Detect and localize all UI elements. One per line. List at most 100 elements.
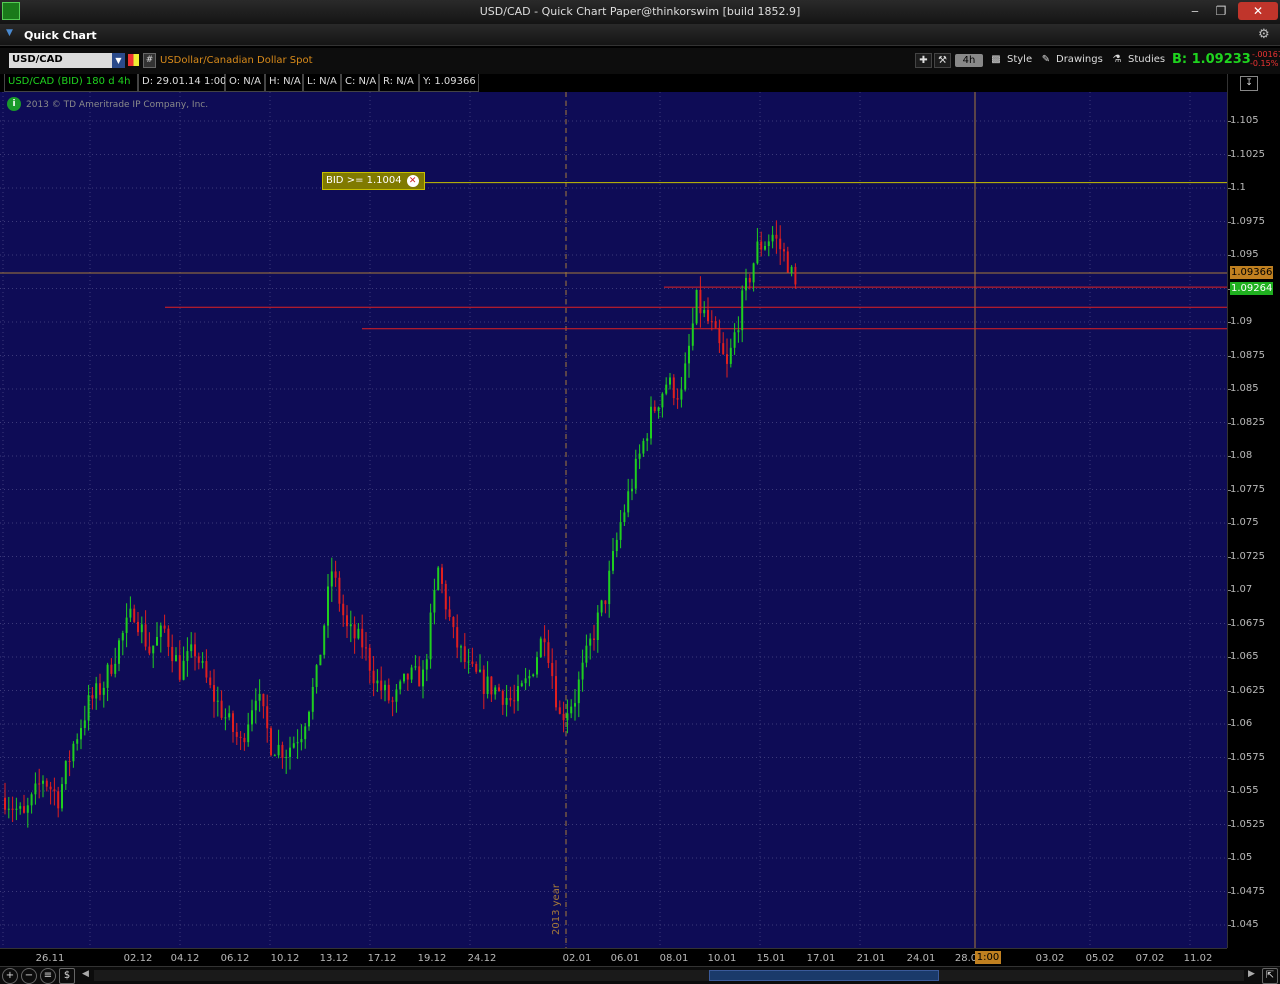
candle-body (144, 624, 147, 647)
scroll-left-icon[interactable]: ◀ (82, 969, 89, 979)
candle-body (125, 617, 128, 633)
change-percent: -0.15% (1250, 59, 1279, 68)
price-tick-label: 1.08 (1230, 450, 1253, 461)
info-icon[interactable]: i (7, 97, 21, 111)
remove-alert-icon[interactable]: ✕ (406, 175, 419, 187)
scroll-right-icon[interactable]: ▶ (1248, 969, 1255, 979)
price-tick-label: 1.05 (1230, 852, 1253, 863)
candle-body (216, 700, 219, 702)
candle-body (414, 666, 417, 668)
price-axis[interactable]: ↧ 1.105 1.1025 1.1 1.0975 1.095 1.09 1.0875 1.0… (1227, 74, 1280, 948)
maximize-button[interactable]: ❐ (1208, 2, 1234, 20)
chart-area[interactable]: i 2013 © TD Ameritrade IP Company, Inc. … (0, 92, 1227, 948)
candle-body (676, 398, 679, 400)
candle-body (672, 377, 675, 399)
candle-body (175, 655, 177, 662)
price-tick-label: 1.0475 (1230, 885, 1265, 897)
candle-body (311, 686, 314, 712)
candle-body (608, 570, 611, 605)
candle-body (543, 638, 546, 643)
candle-body (524, 678, 527, 684)
candle-body (106, 664, 109, 688)
candle-body (448, 609, 451, 618)
time-tick-label: 05.02 (1085, 953, 1115, 964)
symbol-input[interactable]: USD/CAD (9, 53, 113, 68)
candle-body (266, 706, 269, 729)
candle-body (167, 628, 170, 647)
price-alert-label[interactable]: BID >= 1.1004 ✕ (322, 172, 425, 190)
candle-body (285, 756, 288, 758)
candle-body (475, 663, 478, 672)
candle-body (710, 321, 713, 323)
zoom-fit-icon[interactable]: ≡ (40, 968, 56, 984)
candle-body (201, 661, 204, 663)
candle-body (494, 687, 497, 695)
candle-body (631, 488, 633, 492)
candle-body (235, 731, 238, 737)
time-tick-label: 11.02 (1183, 953, 1213, 964)
close-button[interactable]: ✕ (1238, 2, 1278, 20)
candle-body (653, 406, 656, 412)
dollar-icon[interactable]: $ (59, 968, 75, 984)
hash-button[interactable]: # (143, 53, 156, 68)
candle-body (87, 695, 90, 721)
symbol-dropdown-button[interactable]: ▼ (112, 53, 125, 68)
candle-body (737, 330, 740, 333)
time-tick-label: 26.11 (35, 953, 65, 964)
candle-body (596, 612, 599, 641)
candle-body (262, 693, 265, 707)
candle-body (661, 393, 664, 408)
price-tick-label: 1.0575 (1230, 751, 1265, 763)
candle-body (232, 713, 234, 732)
candle-body (726, 354, 728, 364)
candle-body (15, 808, 18, 810)
studies-button[interactable]: Studies (1128, 54, 1165, 65)
style-button[interactable]: Style (1007, 54, 1032, 65)
candle-body (410, 667, 413, 680)
candle-body (403, 673, 405, 682)
time-tick-label: 02.01 (562, 953, 592, 964)
candle-body (68, 761, 71, 763)
candle-body (342, 603, 345, 616)
timeframe-button[interactable]: 4h (955, 54, 983, 67)
candle-body (277, 744, 280, 756)
scrollbar-thumb[interactable] (709, 970, 939, 981)
pencil-icon[interactable]: ✎ (1039, 53, 1053, 68)
zoom-in-icon[interactable]: + (2, 968, 18, 984)
symbol-description: USDollar/Canadian Dollar Spot (160, 55, 313, 66)
time-axis[interactable]: 26.11 02.12 04.12 06.12 10.12 13.12 17.12 19.12… (0, 948, 1227, 966)
window-titlebar: USD/CAD - Quick Chart Paper@thinkorswim … (0, 0, 1280, 24)
collapse-arrow-icon[interactable]: ▼ (6, 28, 13, 38)
candle-body (513, 700, 516, 702)
bid-price-badge: 1.09264 (1230, 281, 1273, 295)
zoom-out-icon[interactable]: − (21, 968, 37, 984)
candle-body (53, 789, 56, 792)
settings-gear-icon[interactable]: ⚙ (1258, 27, 1270, 42)
flask-icon[interactable]: ⚗ (1110, 53, 1124, 68)
candle-body (452, 617, 455, 628)
candle-style-icon[interactable]: ▩ (989, 53, 1003, 68)
drawings-button[interactable]: Drawings (1056, 54, 1103, 65)
candle-body (684, 363, 687, 390)
price-tick-label: 1.085 (1230, 383, 1259, 394)
minimize-button[interactable]: ‒ (1182, 2, 1208, 20)
candle-body (437, 567, 440, 591)
candle-body (729, 347, 732, 364)
candle-body (110, 664, 113, 674)
link-color-icon[interactable] (128, 54, 139, 66)
candle-body (304, 726, 307, 740)
wrench-icon[interactable]: ⚒ (934, 53, 951, 68)
candle-body (691, 323, 694, 346)
candle-body (380, 680, 383, 691)
info-y: Y: 1.09366 (419, 74, 479, 92)
drawing-tool-icon[interactable]: ✚ (915, 53, 932, 68)
candle-body (327, 586, 329, 626)
candle-body (505, 697, 508, 705)
candle-body (273, 755, 276, 757)
axis-settings-icon[interactable]: ↧ (1240, 76, 1258, 91)
time-tick-label: 02.12 (123, 953, 153, 964)
candle-body (57, 791, 60, 809)
expand-icon[interactable]: ⇱ (1262, 968, 1278, 984)
horizontal-scrollbar[interactable] (94, 970, 1244, 981)
price-alert-text: BID >= 1.1004 (326, 175, 402, 186)
